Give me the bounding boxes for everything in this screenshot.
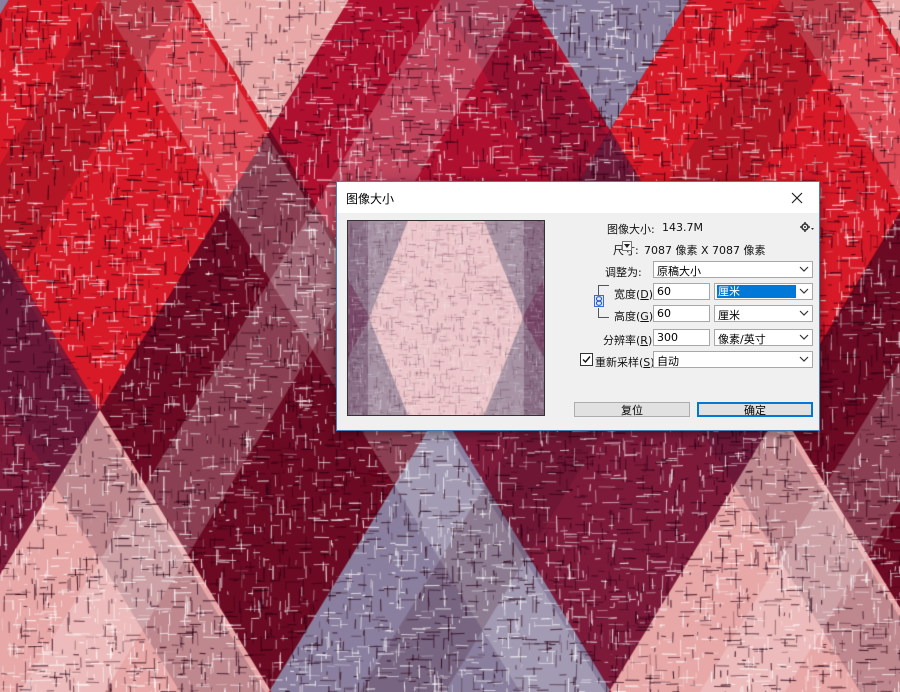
chevron-down-icon [799,288,809,294]
resample-method-value: 自动 [657,355,679,368]
close-button[interactable] [775,182,819,213]
resolution-unit-value: 像素/英寸 [718,333,766,346]
width-unit-value: 厘米 [717,285,796,298]
image-preview[interactable] [347,220,545,416]
fit-to-label: 调整为: [605,266,642,279]
link-chain-icon[interactable] [594,295,604,307]
dialog-title: 图像大小 [346,192,395,206]
resample-checkbox[interactable] [580,353,593,366]
height-label: 高度(G): [614,310,657,323]
checkmark-icon [582,356,591,364]
resample-method-select[interactable]: 自动 [653,351,813,368]
resolution-unit-select[interactable]: 像素/英寸 [714,329,813,346]
fit-to-select[interactable]: 原稿大小 [653,261,813,278]
image-size-label: 图像大小: [607,223,655,236]
image-size-value: 143.7M [662,221,703,234]
triangle-down-icon[interactable] [622,241,632,251]
dimensions-value: 7087 像素 X 7087 像素 [644,244,766,257]
width-label: 宽度(D): [614,288,657,301]
resolution-input[interactable] [653,329,710,346]
preview-canvas [348,221,544,415]
constrain-bracket-bottom [598,308,609,318]
ok-button[interactable]: 确定 [697,402,813,417]
chevron-down-icon [799,266,809,272]
chevron-down-icon [799,334,809,340]
resample-label: 重新采样(S): [595,356,658,369]
dialog-titlebar[interactable]: 图像大小 [337,182,819,213]
width-input[interactable] [653,283,710,300]
reset-button[interactable]: 复位 [574,402,690,417]
height-unit-value: 厘米 [718,309,740,322]
width-unit-select[interactable]: 厘米 [714,283,813,300]
gear-icon[interactable] [800,221,814,233]
chevron-down-icon [799,310,809,316]
close-icon [791,192,803,203]
height-unit-select[interactable]: 厘米 [714,305,813,322]
resolution-label: 分辨率(R): [603,334,656,347]
height-input[interactable] [653,305,710,322]
image-size-dialog: 图像大小 图像大小: 143.7M 尺寸: 7087 像素 X 7087 像素 … [336,181,820,431]
constrain-bracket-top [598,285,609,295]
chevron-down-icon [799,356,809,362]
fit-to-value: 原稿大小 [657,265,701,278]
